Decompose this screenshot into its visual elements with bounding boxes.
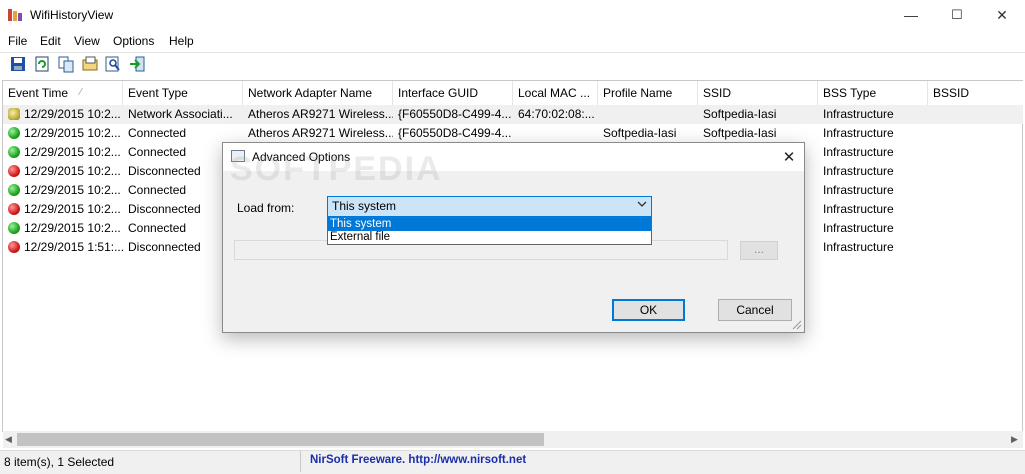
- cell-adapter: Atheros AR9271 Wireless...: [248, 107, 393, 121]
- maximize-button[interactable]: ☐: [934, 0, 980, 30]
- cell-profile: Softpedia-Iasi: [603, 126, 677, 140]
- column-profile[interactable]: Profile Name: [598, 81, 698, 105]
- cell-bss: Infrastructure: [823, 240, 894, 254]
- properties-icon[interactable]: [81, 55, 99, 73]
- cell-time: 12/29/2015 10:2...: [24, 164, 121, 178]
- status-item-count: 8 item(s), 1 Selected: [4, 455, 115, 469]
- close-button[interactable]: ✕: [979, 0, 1025, 30]
- cell-bss: Infrastructure: [823, 183, 894, 197]
- cell-time: 12/29/2015 10:2...: [24, 145, 121, 159]
- resize-grip-icon[interactable]: [790, 318, 802, 330]
- cell-time: 12/29/2015 1:51:...: [24, 240, 124, 254]
- save-icon[interactable]: [9, 55, 27, 73]
- column-event-type[interactable]: Event Type: [123, 81, 243, 105]
- column-mac[interactable]: Local MAC ...: [513, 81, 598, 105]
- column-bss-type[interactable]: BSS Type: [818, 81, 928, 105]
- connected-status-icon: [8, 146, 20, 158]
- option-this-system[interactable]: This system: [328, 218, 651, 231]
- disconnected-status-icon: [8, 241, 20, 253]
- cell-time: 12/29/2015 10:2...: [24, 126, 121, 140]
- dialog-close-button[interactable]: ✕: [776, 144, 802, 170]
- refresh-icon[interactable]: [33, 55, 51, 73]
- cell-mac: 64:70:02:08:...: [518, 107, 595, 121]
- window-title: WifiHistoryView: [30, 8, 114, 22]
- menu-options[interactable]: Options: [113, 34, 154, 48]
- copy-icon[interactable]: [57, 55, 75, 73]
- ok-button[interactable]: OK: [612, 299, 685, 321]
- column-bssid[interactable]: BSSID: [928, 81, 1023, 105]
- cell-bssid: [933, 105, 1023, 124]
- cell-bssid: [933, 162, 1023, 181]
- title-bar: [0, 0, 1025, 30]
- status-divider: [300, 451, 301, 472]
- cell-bss: Infrastructure: [823, 164, 894, 178]
- cell-bssid: [933, 143, 1023, 162]
- chevron-down-icon[interactable]: [636, 197, 648, 211]
- find-icon[interactable]: [104, 55, 122, 73]
- nirsoft-link[interactable]: NirSoft Freeware. http://www.nirsoft.net: [310, 454, 526, 466]
- toolbar: [0, 52, 1025, 79]
- menu-file[interactable]: File: [8, 34, 27, 48]
- cell-bssid: [933, 238, 1023, 257]
- cell-bss: Infrastructure: [823, 107, 894, 121]
- browse-button: ...: [740, 241, 778, 260]
- load-from-label: Load from:: [237, 201, 295, 215]
- option-external-file[interactable]: External file: [328, 231, 651, 244]
- connected-status-icon: [8, 222, 20, 234]
- minimize-button[interactable]: —: [888, 0, 934, 30]
- cell-adapter: Atheros AR9271 Wireless...: [248, 126, 393, 140]
- column-guid[interactable]: Interface GUID: [393, 81, 513, 105]
- dropdown-selected-value: This system: [332, 199, 397, 213]
- cell-profile: [603, 105, 698, 124]
- column-event-time[interactable]: Event Time ⁄: [3, 81, 123, 105]
- sort-arrow-icon: ⁄: [80, 87, 82, 98]
- cell-ssid: Softpedia-Iasi: [703, 107, 777, 121]
- disconnected-status-icon: [8, 203, 20, 215]
- cell-time: 12/29/2015 10:2...: [24, 107, 121, 121]
- column-adapter[interactable]: Network Adapter Name: [243, 81, 393, 105]
- scroll-right-icon[interactable]: ▶: [1011, 434, 1018, 445]
- menu-view[interactable]: View: [74, 34, 100, 48]
- cell-bssid: [933, 219, 1023, 238]
- table-row[interactable]: 12/29/2015 10:2... Network Associati... At…: [3, 105, 1023, 124]
- cell-time: 12/29/2015 10:2...: [24, 221, 121, 235]
- cell-bssid: [933, 200, 1023, 219]
- table-row[interactable]: 12/29/2015 10:2... Connected Atheros AR927…: [3, 124, 1023, 143]
- column-label: Event Time: [8, 86, 69, 100]
- cell-bss: Infrastructure: [823, 126, 894, 140]
- cell-time: 12/29/2015 10:2...: [24, 183, 121, 197]
- network-event-icon: [8, 108, 20, 120]
- cell-bss: Infrastructure: [823, 145, 894, 159]
- cell-bss: Infrastructure: [823, 221, 894, 235]
- cell-bssid: [933, 181, 1023, 200]
- cell-bss: Infrastructure: [823, 202, 894, 216]
- softpedia-watermark: SOFTPEDIA: [230, 150, 443, 188]
- scrollbar-thumb[interactable]: [17, 433, 544, 446]
- cell-bssid: [933, 124, 1023, 143]
- cancel-button[interactable]: Cancel: [718, 299, 792, 321]
- menu-edit[interactable]: Edit: [40, 34, 61, 48]
- disconnected-status-icon: [8, 165, 20, 177]
- exit-icon[interactable]: [128, 55, 146, 73]
- cell-type: Connected: [128, 126, 187, 140]
- connected-status-icon: [8, 127, 20, 139]
- menu-help[interactable]: Help: [169, 34, 194, 48]
- cell-time: 12/29/2015 10:2...: [24, 202, 121, 216]
- cell-mac: [518, 124, 598, 143]
- connected-status-icon: [8, 184, 20, 196]
- cell-guid: {F60550D8-C499-4...: [398, 126, 512, 140]
- column-ssid[interactable]: SSID: [698, 81, 818, 105]
- cell-guid: {F60550D8-C499-4...: [398, 107, 512, 121]
- cell-type: Network Associati...: [128, 107, 233, 121]
- wifi-app-icon: [8, 9, 22, 21]
- cell-ssid: Softpedia-Iasi: [703, 126, 777, 140]
- scroll-left-icon[interactable]: ◀: [5, 434, 12, 445]
